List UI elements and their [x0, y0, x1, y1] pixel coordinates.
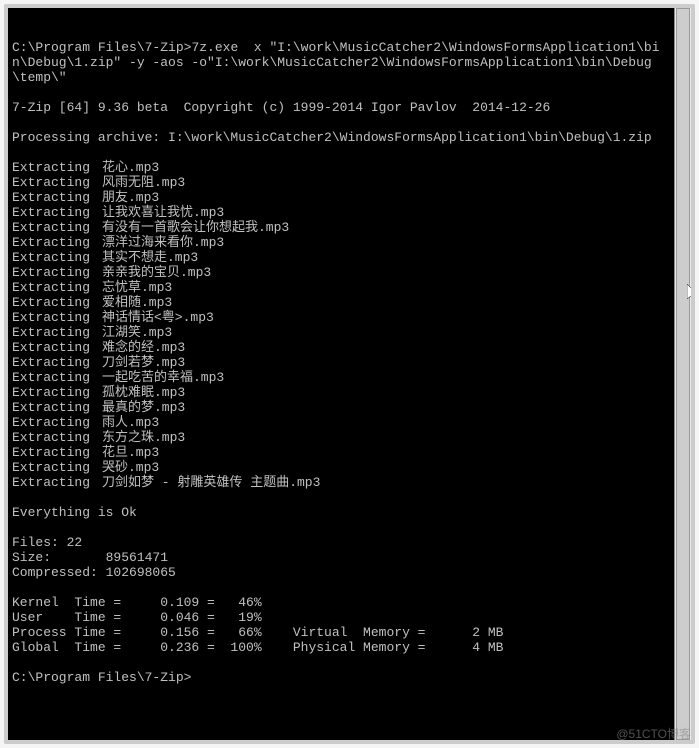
extract-label: Extracting [12, 175, 102, 190]
extract-row: Extracting刀剑若梦.mp3 [12, 355, 667, 370]
extract-filename: 忘忧草.mp3 [102, 280, 172, 295]
extract-filename: 刀剑若梦.mp3 [102, 355, 185, 370]
files-count: Files: 22 [12, 535, 82, 550]
extract-filename: 刀剑如梦 - 射雕英雄传 主题曲.mp3 [102, 475, 320, 490]
console-output[interactable]: C:\Program Files\7-Zip>7z.exe x "I:\work… [8, 8, 691, 740]
extract-label: Extracting [12, 235, 102, 250]
scrollbar-vertical[interactable] [674, 8, 691, 740]
extract-label: Extracting [12, 190, 102, 205]
extract-filename: 一起吃苦的幸福.mp3 [102, 370, 224, 385]
extract-row: Extracting漂洋过海来看你.mp3 [12, 235, 667, 250]
scrollbar-thumb[interactable] [676, 8, 690, 740]
extract-label: Extracting [12, 430, 102, 445]
extract-label: Extracting [12, 295, 102, 310]
extract-row: Extracting刀剑如梦 - 射雕英雄传 主题曲.mp3 [12, 475, 667, 490]
extract-row: Extracting江湖笑.mp3 [12, 325, 667, 340]
extract-row: Extracting爱相随.mp3 [12, 295, 667, 310]
size-line: Size: 89561471 [12, 550, 168, 565]
watermark-text: @51CTO博客 [616, 725, 691, 742]
extract-row: Extracting让我欢喜让我忧.mp3 [12, 205, 667, 220]
extract-row: Extracting花心.mp3 [12, 160, 667, 175]
extract-row: Extracting花旦.mp3 [12, 445, 667, 460]
extract-filename: 花旦.mp3 [102, 445, 159, 460]
extract-label: Extracting [12, 205, 102, 220]
extract-label: Extracting [12, 355, 102, 370]
extract-label: Extracting [12, 415, 102, 430]
result-line: Everything is Ok [12, 505, 137, 520]
extract-filename: 神话情话<粤>.mp3 [102, 310, 214, 325]
extract-filename: 爱相随.mp3 [102, 295, 172, 310]
extract-row: Extracting哭砂.mp3 [12, 460, 667, 475]
extract-label: Extracting [12, 310, 102, 325]
window-frame: C:\Program Files\7-Zip>7z.exe x "I:\work… [4, 4, 695, 744]
extract-filename: 雨人.mp3 [102, 415, 159, 430]
extract-filename: 孤枕难眠.mp3 [102, 385, 185, 400]
extract-filename: 漂洋过海来看你.mp3 [102, 235, 224, 250]
extract-filename: 让我欢喜让我忧.mp3 [102, 205, 224, 220]
compressed-line: Compressed: 102698065 [12, 565, 176, 580]
prompt-text: C:\Program Files\7-Zip> [12, 40, 191, 55]
process-time: Process Time = 0.156 = 66% Virtual Memor… [12, 625, 503, 640]
extract-label: Extracting [12, 280, 102, 295]
extract-label: Extracting [12, 445, 102, 460]
extract-filename: 难念的经.mp3 [102, 340, 185, 355]
extract-label: Extracting [12, 385, 102, 400]
extract-row: Extracting神话情话<粤>.mp3 [12, 310, 667, 325]
extract-label: Extracting [12, 370, 102, 385]
extract-row: Extracting亲亲我的宝贝.mp3 [12, 265, 667, 280]
extract-list: Extracting花心.mp3Extracting风雨无阻.mp3Extrac… [12, 160, 667, 490]
kernel-time: Kernel Time = 0.109 = 46% [12, 595, 262, 610]
extract-row: Extracting其实不想走.mp3 [12, 250, 667, 265]
end-prompt: C:\Program Files\7-Zip> [12, 670, 191, 685]
extract-filename: 朋友.mp3 [102, 190, 159, 205]
extract-label: Extracting [12, 220, 102, 235]
extract-filename: 东方之珠.mp3 [102, 430, 185, 445]
extract-filename: 江湖笑.mp3 [102, 325, 172, 340]
extract-row: Extracting有没有一首歌会让你想起我.mp3 [12, 220, 667, 235]
extract-label: Extracting [12, 400, 102, 415]
extract-filename: 亲亲我的宝贝.mp3 [102, 265, 211, 280]
user-time: User Time = 0.046 = 19% [12, 610, 262, 625]
version-line: 7-Zip [64] 9.36 beta Copyright (c) 1999-… [12, 100, 550, 115]
extract-row: Extracting最真的梦.mp3 [12, 400, 667, 415]
extract-label: Extracting [12, 250, 102, 265]
extract-label: Extracting [12, 325, 102, 340]
console-content: C:\Program Files\7-Zip>7z.exe x "I:\work… [12, 40, 667, 685]
extract-filename: 哭砂.mp3 [102, 460, 159, 475]
extract-filename: 最真的梦.mp3 [102, 400, 185, 415]
extract-row: Extracting东方之珠.mp3 [12, 430, 667, 445]
extract-row: Extracting孤枕难眠.mp3 [12, 385, 667, 400]
extract-row: Extracting难念的经.mp3 [12, 340, 667, 355]
extract-label: Extracting [12, 460, 102, 475]
extract-filename: 有没有一首歌会让你想起我.mp3 [102, 220, 289, 235]
extract-filename: 花心.mp3 [102, 160, 159, 175]
extract-label: Extracting [12, 475, 102, 490]
extract-row: Extracting忘忧草.mp3 [12, 280, 667, 295]
extract-row: Extracting雨人.mp3 [12, 415, 667, 430]
extract-row: Extracting一起吃苦的幸福.mp3 [12, 370, 667, 385]
extract-label: Extracting [12, 265, 102, 280]
extract-filename: 其实不想走.mp3 [102, 250, 198, 265]
extract-label: Extracting [12, 340, 102, 355]
processing-line: Processing archive: I:\work\MusicCatcher… [12, 130, 652, 145]
extract-row: Extracting风雨无阻.mp3 [12, 175, 667, 190]
extract-row: Extracting朋友.mp3 [12, 190, 667, 205]
extract-filename: 风雨无阻.mp3 [102, 175, 185, 190]
global-time: Global Time = 0.236 = 100% Physical Memo… [12, 640, 503, 655]
extract-label: Extracting [12, 160, 102, 175]
